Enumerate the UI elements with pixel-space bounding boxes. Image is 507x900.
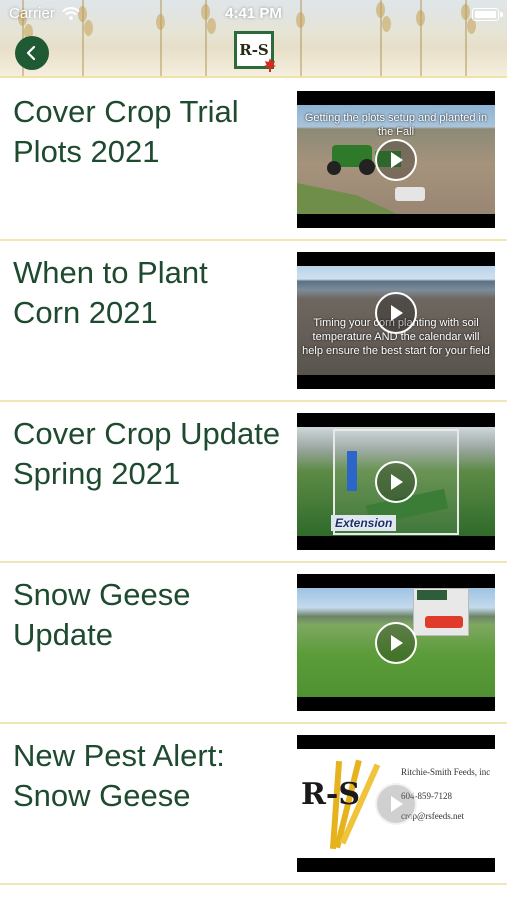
video-thumbnail[interactable] (297, 574, 495, 711)
play-button[interactable] (375, 292, 417, 334)
brand-logo: R-S (234, 31, 276, 72)
chevron-left-icon (26, 45, 36, 61)
video-thumbnail[interactable]: Getting the plots setup and planted in t… (297, 91, 495, 228)
logo-text: R-S (239, 41, 269, 59)
play-button[interactable] (375, 461, 417, 503)
video-thumbnail[interactable]: R-S Ritchie-Smith Feeds, inc 604-859-712… (297, 735, 495, 872)
play-icon (391, 796, 403, 812)
play-icon (391, 305, 403, 321)
battery-icon (472, 8, 503, 21)
list-item[interactable]: Snow Geese Update (0, 563, 507, 724)
maple-leaf-icon (264, 58, 276, 72)
play-button[interactable] (375, 622, 417, 664)
card-logo-text: R-S (301, 777, 361, 812)
video-title: Cover Crop Trial Plots 2021 (13, 94, 239, 169)
play-icon (391, 152, 403, 168)
list-item[interactable]: Cover Crop Trial Plots 2021 Getting the … (0, 80, 507, 241)
video-thumbnail[interactable]: Timing your corn planting with soil temp… (297, 252, 495, 389)
back-button[interactable] (15, 36, 49, 70)
play-button[interactable] (375, 783, 417, 825)
video-title: Cover Crop Update Spring 2021 (13, 416, 281, 491)
video-thumbnail[interactable]: Extension (297, 413, 495, 550)
status-time: 4:41 PM (225, 5, 282, 22)
play-icon (391, 635, 403, 651)
app-header: Carrier 4:41 PM R-S (0, 0, 507, 78)
thumbnail-caption: Extension (331, 515, 397, 531)
video-title: When to Plant Corn 2021 (13, 255, 208, 330)
card-logo: R-S (299, 757, 381, 851)
status-bar: Carrier 4:41 PM (0, 0, 507, 28)
list-item[interactable]: When to Plant Corn 2021 Timing your corn… (0, 241, 507, 402)
list-item[interactable]: New Pest Alert: Snow Geese R-S Ritchie-S… (0, 724, 507, 885)
card-company: Ritchie-Smith Feeds, inc (401, 767, 491, 777)
thumbnail-caption: Getting the plots setup and planted in t… (304, 112, 488, 138)
play-button[interactable] (375, 139, 417, 181)
list-item[interactable]: Cover Crop Update Spring 2021 Extension (0, 402, 507, 563)
list-item[interactable] (0, 885, 507, 900)
play-icon (391, 474, 403, 490)
video-title: New Pest Alert: Snow Geese (13, 738, 225, 813)
video-title: Snow Geese Update (13, 577, 191, 652)
